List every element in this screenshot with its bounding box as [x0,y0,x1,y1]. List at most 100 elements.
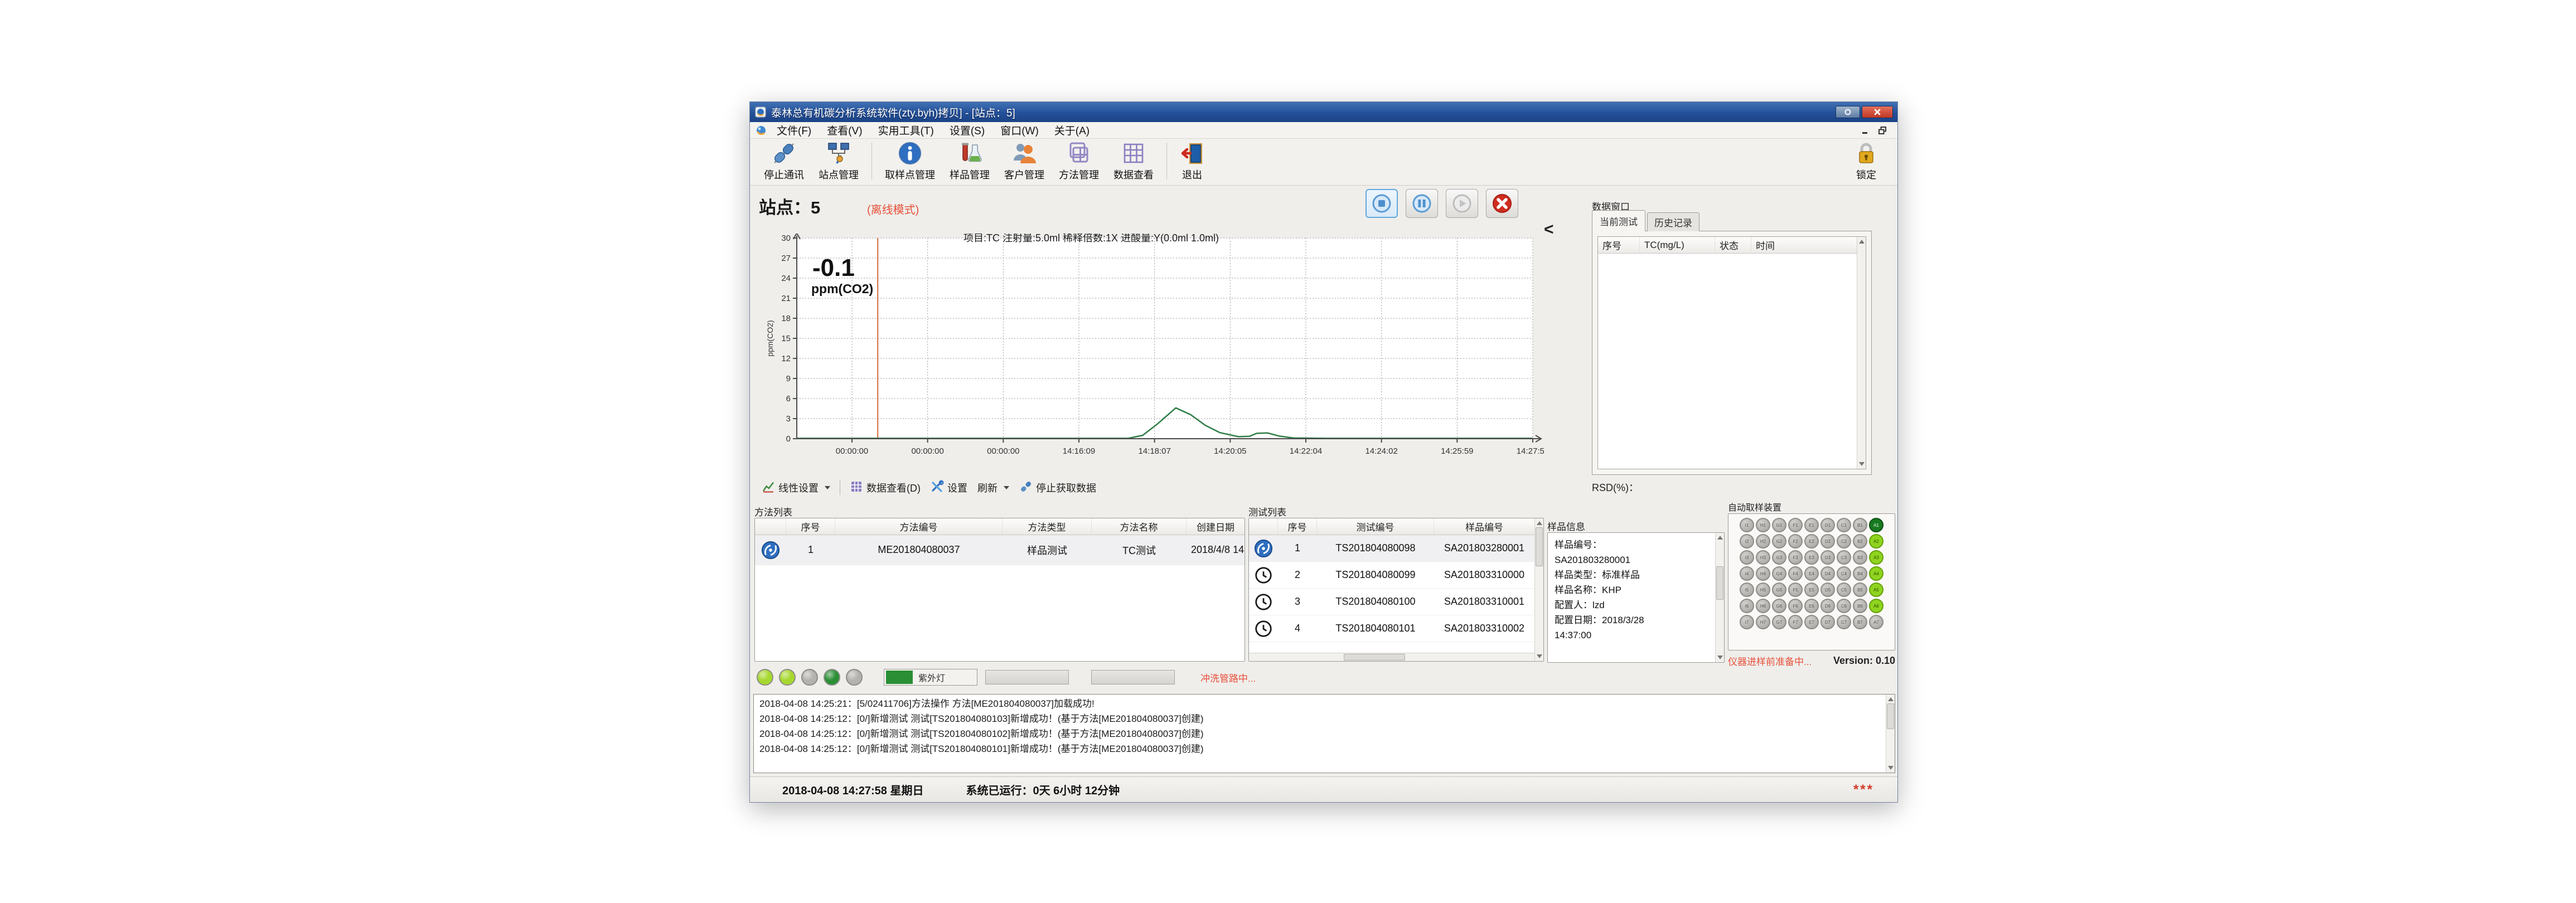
well-H2[interactable]: H2 [1756,534,1770,548]
well-E2[interactable]: E2 [1804,534,1819,548]
toolbar-button-1[interactable]: 站点管理 [811,139,866,183]
sample-info-scrollbar[interactable] [1715,533,1724,662]
well-F7[interactable]: F7 [1788,615,1803,629]
well-G6[interactable]: G6 [1772,599,1786,613]
well-H5[interactable]: H5 [1756,582,1770,597]
test-row[interactable]: 4TS201804080101SA201803310002 [1249,615,1534,642]
well-D6[interactable]: D6 [1820,599,1835,613]
well-I1[interactable]: I1 [1740,518,1754,532]
well-I5[interactable]: I5 [1740,582,1754,597]
menu-item-5[interactable]: 关于(A) [1047,122,1097,139]
well-E7[interactable]: E7 [1804,615,1819,629]
well-C2[interactable]: C2 [1837,534,1851,548]
well-F4[interactable]: F4 [1788,566,1803,581]
sub-toolbar-item-3[interactable]: 刷新 [972,480,1014,495]
well-H7[interactable]: H7 [1756,615,1770,629]
close-button[interactable] [1862,106,1893,118]
well-E5[interactable]: E5 [1804,582,1819,597]
well-E6[interactable]: E6 [1804,599,1819,613]
well-A1[interactable]: A1 [1869,518,1883,532]
child-minimize-button[interactable] [1861,125,1871,135]
child-restore-button[interactable] [1877,125,1887,135]
well-A6[interactable]: A6 [1869,599,1883,613]
toolbar-button-0[interactable]: 停止通讯 [757,139,811,183]
scroll-thumb[interactable] [1536,527,1543,566]
well-C1[interactable]: C1 [1837,518,1851,532]
well-A3[interactable]: A3 [1869,550,1883,565]
well-I2[interactable]: I2 [1740,534,1754,548]
well-F5[interactable]: F5 [1788,582,1803,597]
lock-button[interactable]: 锁定 [1854,140,1878,182]
well-H4[interactable]: H4 [1756,566,1770,581]
well-B3[interactable]: B3 [1853,550,1867,565]
test-row[interactable]: 2TS201804080099SA201803310000 [1249,562,1534,589]
toolbar-button-6[interactable]: 数据查看 [1106,139,1161,183]
scroll-thumb[interactable] [1887,703,1894,729]
well-E4[interactable]: E4 [1804,566,1819,581]
scroll-up-icon[interactable] [1717,536,1723,540]
well-C4[interactable]: C4 [1837,566,1851,581]
cancel-chart-button[interactable] [1486,189,1518,218]
stop-chart-button[interactable] [1366,189,1398,218]
well-G1[interactable]: G1 [1772,518,1786,532]
test-row[interactable]: 1TS201804080098SA201803280001 [1249,535,1534,562]
sub-toolbar-item-0[interactable]: 线性设置 [757,480,835,496]
well-G5[interactable]: G5 [1772,582,1786,597]
menu-item-4[interactable]: 窗口(W) [992,122,1047,139]
well-A5[interactable]: A5 [1869,582,1883,597]
well-B1[interactable]: B1 [1853,518,1867,532]
well-G7[interactable]: G7 [1772,615,1786,629]
toolbar-button-3[interactable]: 样品管理 [942,139,997,183]
result-table-scrollbar[interactable] [1857,237,1866,469]
well-F6[interactable]: F6 [1788,599,1803,613]
well-F1[interactable]: F1 [1788,518,1803,532]
well-E1[interactable]: E1 [1804,518,1819,532]
scroll-down-icon[interactable] [1537,654,1542,658]
well-D3[interactable]: D3 [1820,550,1835,565]
well-G4[interactable]: G4 [1772,566,1786,581]
well-A4[interactable]: A4 [1869,566,1883,581]
well-B4[interactable]: B4 [1853,566,1867,581]
well-D7[interactable]: D7 [1820,615,1835,629]
well-D2[interactable]: D2 [1820,534,1835,548]
tab-1[interactable]: 历史记录 [1647,212,1699,231]
well-H3[interactable]: H3 [1756,550,1770,565]
well-I3[interactable]: I3 [1740,550,1754,565]
toolbar-button-2[interactable]: 取样点管理 [878,139,942,183]
well-C6[interactable]: C6 [1837,599,1851,613]
well-A7[interactable]: A7 [1869,615,1883,629]
sub-toolbar-item-2[interactable]: 设置 [926,480,972,496]
well-C7[interactable]: C7 [1837,615,1851,629]
scroll-up-icon[interactable] [1537,521,1542,525]
well-F2[interactable]: F2 [1788,534,1803,548]
well-D5[interactable]: D5 [1820,582,1835,597]
scroll-up-icon[interactable] [1888,697,1894,701]
well-E3[interactable]: E3 [1804,550,1819,565]
well-D4[interactable]: D4 [1820,566,1835,581]
test-table-hscrollbar[interactable] [1249,653,1534,661]
scroll-down-icon[interactable] [1717,656,1723,659]
well-G2[interactable]: G2 [1772,534,1786,548]
log-scrollbar[interactable] [1886,695,1895,773]
test-row[interactable]: 3TS201804080100SA201803310001 [1249,589,1534,615]
scroll-down-icon[interactable] [1888,766,1894,770]
toolbar-button-7[interactable]: 退出 [1173,139,1212,183]
pause-chart-button[interactable] [1406,189,1438,218]
well-B7[interactable]: B7 [1853,615,1867,629]
well-H6[interactable]: H6 [1756,599,1770,613]
tab-0[interactable]: 当前测试 [1592,210,1645,231]
scroll-thumb[interactable] [1716,566,1723,600]
well-F3[interactable]: F3 [1788,550,1803,565]
toolbar-button-5[interactable]: 方法管理 [1052,139,1106,183]
method-row[interactable]: 1ME201804080037样品测试TC测试2018/4/8 14:25:12 [755,535,1245,565]
well-C5[interactable]: C5 [1837,582,1851,597]
collapse-panel-arrow[interactable]: < [1544,220,1554,239]
scroll-up-icon[interactable] [1859,240,1865,244]
title-bar[interactable]: 泰林总有机碳分析系统软件(zty.byh)拷贝] - [站点：5] [750,102,1897,122]
well-B5[interactable]: B5 [1853,582,1867,597]
well-I4[interactable]: I4 [1740,566,1754,581]
scroll-down-icon[interactable] [1859,462,1865,466]
log-box[interactable]: 2018-04-08 14:25:21：[5/02411706]方法操作 方法[… [753,694,1895,773]
well-I6[interactable]: I6 [1740,599,1754,613]
sub-toolbar-item-4[interactable]: 停止获取数据 [1014,480,1101,496]
